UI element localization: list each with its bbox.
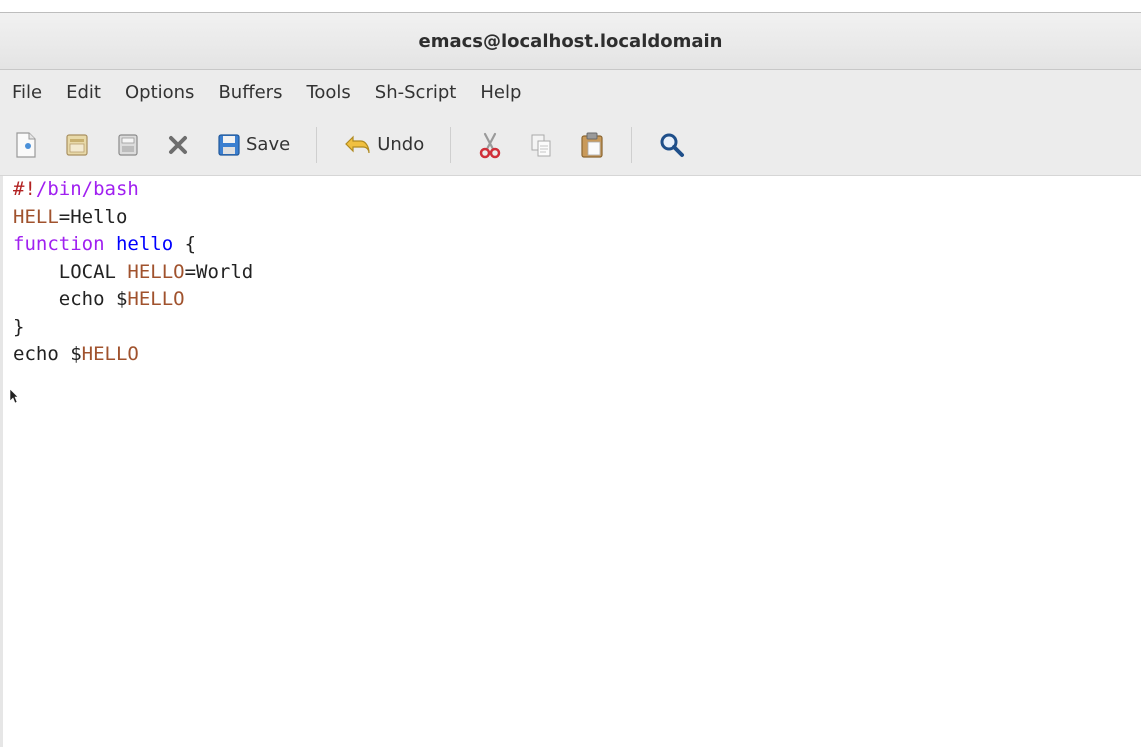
emacs-window: emacs@localhost.localdomain File Edit Op…	[0, 0, 1141, 747]
code-token: function	[13, 233, 105, 255]
mouse-cursor-icon	[9, 388, 19, 404]
menu-file[interactable]: File	[12, 82, 42, 103]
code-line: echo $HELLO	[13, 286, 253, 314]
code-line: #!/bin/bash	[13, 176, 253, 204]
code-token: $	[58, 343, 82, 365]
code-line: echo $HELLO	[13, 341, 253, 369]
code-token: /bin/bash	[35, 178, 139, 200]
code-token: HELLO	[127, 288, 185, 310]
undo-icon	[345, 135, 370, 153]
open-folder-icon	[66, 133, 88, 156]
code-token: HELLO	[81, 343, 139, 365]
code-token: echo	[58, 288, 105, 310]
save-icon	[218, 133, 240, 156]
new-file-icon	[16, 131, 36, 158]
menu-tools[interactable]: Tools	[306, 82, 350, 103]
title-bar[interactable]: emacs@localhost.localdomain	[0, 12, 1141, 70]
paste-button[interactable]	[579, 125, 605, 165]
dired-button[interactable]	[116, 125, 140, 165]
undo-button[interactable]: Undo	[343, 125, 424, 165]
editor-buffer[interactable]: #!/bin/bash HELL=Hello function hello { LO…	[0, 176, 1141, 747]
code-token: {	[173, 233, 197, 255]
close-icon	[169, 135, 187, 154]
code-token: =Hello	[58, 205, 128, 228]
paste-icon	[581, 132, 603, 158]
tool-bar: Save Undo	[0, 114, 1141, 176]
cut-icon	[479, 132, 501, 158]
toolbar-separator	[631, 126, 633, 163]
code-token: echo	[13, 343, 59, 365]
save-label: Save	[246, 134, 291, 155]
code-token: LOCAL	[13, 260, 128, 283]
menu-help[interactable]: Help	[480, 82, 521, 103]
kill-buffer-button[interactable]	[166, 125, 190, 165]
code-line: LOCAL HELLO=World	[13, 259, 253, 287]
save-buffer-icon	[118, 133, 138, 156]
code-token: HELL	[13, 205, 59, 228]
search-icon	[660, 133, 685, 157]
copy-icon	[531, 134, 551, 156]
undo-label: Undo	[377, 134, 425, 155]
menu-edit[interactable]: Edit	[66, 82, 101, 103]
toolbar-separator	[316, 126, 318, 163]
search-button[interactable]	[658, 125, 686, 165]
new-file-button[interactable]	[14, 125, 38, 165]
window-title: emacs@localhost.localdomain	[418, 30, 723, 52]
menu-buffers[interactable]: Buffers	[218, 82, 282, 103]
code-token: #!	[13, 178, 36, 200]
code-line: function hello {	[13, 231, 253, 259]
cut-button[interactable]	[477, 125, 503, 165]
code-token: HELLO	[127, 260, 185, 283]
menu-sh-script[interactable]: Sh-Script	[375, 82, 457, 103]
toolbar-separator	[450, 126, 452, 163]
menu-options[interactable]: Options	[125, 82, 194, 103]
code-token: $	[104, 288, 128, 310]
open-file-button[interactable]	[64, 125, 90, 165]
menu-bar: File Edit Options Buffers Tools Sh-Scrip…	[0, 70, 1141, 114]
code-line: HELL=Hello	[13, 204, 253, 232]
code-line: }	[13, 314, 253, 342]
code-token: =World	[184, 260, 254, 283]
code-token: }	[13, 315, 25, 338]
code-token: hello	[115, 233, 174, 255]
code-text: #!/bin/bash HELL=Hello function hello { LO…	[13, 176, 253, 369]
copy-button[interactable]	[529, 125, 553, 165]
save-button[interactable]: Save	[216, 125, 290, 165]
